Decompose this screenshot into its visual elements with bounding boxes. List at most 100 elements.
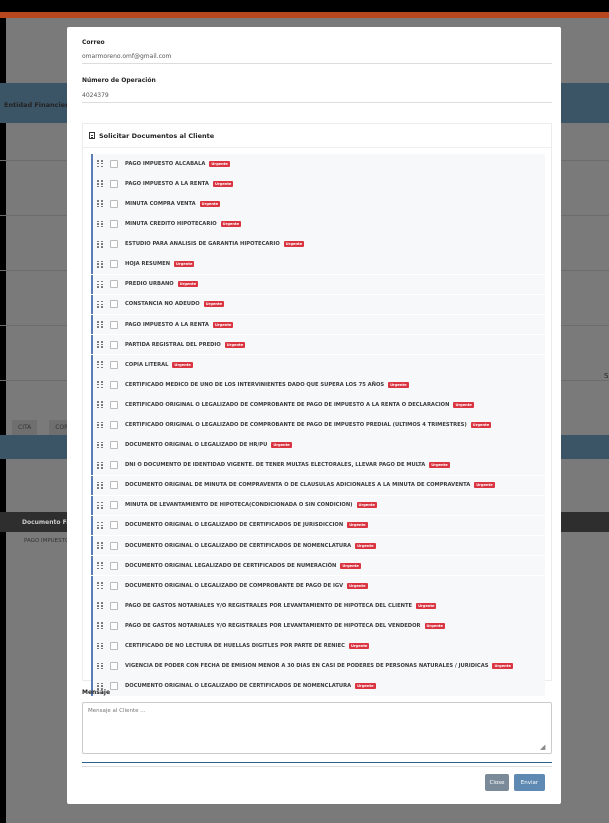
- document-row[interactable]: COPIA LITERAL Urgente: [91, 354, 545, 375]
- document-row[interactable]: DOCUMENTO ORIGINAL LEGALIZADO DE CERTIFI…: [91, 555, 545, 576]
- drag-handle-icon[interactable]: [97, 180, 103, 188]
- document-row[interactable]: PAGO IMPUESTO A LA RENTA Urgente: [91, 174, 545, 194]
- document-checkbox[interactable]: [110, 601, 118, 610]
- document-row[interactable]: DNI O DOCUMENTO DE IDENTIDAD VIGENTE. DE…: [91, 455, 545, 475]
- drag-handle-icon[interactable]: [97, 300, 103, 308]
- document-checkbox[interactable]: [110, 501, 118, 510]
- document-row[interactable]: CERTIFICADO ORIGINAL O LEGALIZADO DE COM…: [91, 395, 545, 415]
- document-checkbox[interactable]: [110, 541, 118, 550]
- document-checkbox[interactable]: [110, 461, 118, 470]
- drag-handle-icon[interactable]: [97, 461, 103, 469]
- urgent-badge: Urgente: [224, 341, 246, 348]
- document-label: CERTIFICADO DE NO LECTURA DE HUELLAS DIG…: [125, 643, 345, 650]
- correo-value[interactable]: omarmoreno.omf@gmail.com: [82, 53, 171, 60]
- drag-handle-icon[interactable]: [97, 160, 103, 168]
- document-checkbox[interactable]: [110, 642, 118, 651]
- drag-handle-icon[interactable]: [97, 341, 103, 348]
- document-row[interactable]: MINUTA COMPRA VENTA Urgente: [91, 194, 545, 214]
- drag-handle-icon[interactable]: [97, 622, 103, 630]
- drag-handle-icon[interactable]: [97, 582, 103, 590]
- drag-handle-icon[interactable]: [97, 220, 103, 228]
- document-checkbox[interactable]: [110, 481, 118, 490]
- close-button[interactable]: Close: [485, 774, 509, 791]
- document-row[interactable]: PAGO DE GASTOS NOTARIALES Y/O REGISTRALE…: [91, 616, 545, 636]
- drag-handle-icon[interactable]: [97, 280, 103, 288]
- urgent-badge: Urgente: [283, 241, 305, 248]
- document-row[interactable]: DOCUMENTO ORIGINAL O LEGALIZADO DE HR/PU…: [91, 435, 545, 455]
- document-checkbox[interactable]: [110, 220, 118, 229]
- document-row[interactable]: PAGO IMPUESTO ALCABALA Urgente: [91, 154, 545, 174]
- document-row[interactable]: PAGO IMPUESTO A LA RENTA Urgente: [91, 314, 545, 335]
- mensaje-textarea[interactable]: [82, 702, 552, 754]
- document-checkbox[interactable]: [110, 421, 118, 430]
- document-row[interactable]: DOCUMENTO ORIGINAL O LEGALIZADO DE COMPR…: [91, 575, 545, 596]
- drag-handle-icon[interactable]: [97, 441, 103, 449]
- document-checkbox[interactable]: [110, 159, 118, 168]
- document-checkbox[interactable]: [110, 340, 118, 349]
- urgent-badge: Urgente: [177, 281, 199, 288]
- document-row[interactable]: MINUTA DE LEVANTAMIENTO DE HIPOTECA(COND…: [91, 495, 545, 516]
- document-row[interactable]: DOCUMENTO ORIGINAL O LEGALIZADO DE CERTI…: [91, 676, 545, 697]
- document-checkbox[interactable]: [110, 380, 118, 389]
- document-checkbox[interactable]: [110, 682, 118, 691]
- document-row[interactable]: CERTIFICADO DE NO LECTURA DE HUELLAS DIG…: [91, 636, 545, 656]
- document-checkbox[interactable]: [110, 621, 118, 630]
- document-row[interactable]: MINUTA CREDITO HIPOTECARIO Urgente: [91, 214, 545, 234]
- document-checkbox[interactable]: [110, 320, 118, 329]
- document-row[interactable]: PAGO DE GASTOS NOTARIALES Y/O REGISTRALE…: [91, 596, 545, 616]
- drag-handle-icon[interactable]: [97, 542, 103, 549]
- document-row[interactable]: CONSTANCIA NO ADEUDO Urgente: [91, 294, 545, 315]
- document-checkbox[interactable]: [110, 581, 118, 590]
- urgent-badge: Urgente: [453, 401, 474, 408]
- document-checkbox[interactable]: [110, 360, 118, 369]
- drag-handle-icon[interactable]: [97, 321, 103, 328]
- document-label: COPIA LITERAL: [125, 361, 169, 368]
- document-row[interactable]: DOCUMENTO ORIGINAL O LEGALIZADO DE CERTI…: [91, 515, 545, 536]
- drag-handle-icon[interactable]: [97, 662, 103, 670]
- document-checkbox[interactable]: [110, 199, 118, 208]
- drag-handle-icon[interactable]: [97, 521, 103, 529]
- drag-handle-icon[interactable]: [97, 260, 103, 268]
- drag-handle-icon[interactable]: [97, 421, 103, 429]
- drag-handle-icon[interactable]: [97, 200, 103, 208]
- correo-underline: [82, 63, 552, 64]
- document-checkbox[interactable]: [110, 280, 118, 289]
- document-row[interactable]: ESTUDIO PARA ANALISIS DE GARANTIA HIPOTE…: [91, 234, 545, 254]
- document-row[interactable]: PREDIO URBANO Urgente: [91, 274, 545, 295]
- resize-handle-icon[interactable]: ◢: [540, 743, 545, 751]
- urgent-badge: Urgente: [174, 261, 195, 268]
- document-checkbox[interactable]: [110, 400, 118, 409]
- footer-divider: [82, 766, 552, 767]
- operacion-value[interactable]: 4024379: [82, 92, 109, 99]
- document-row[interactable]: DOCUMENTO ORIGINAL O LEGALIZADO DE CERTI…: [91, 535, 545, 556]
- document-label: DOCUMENTO ORIGINAL O LEGALIZADO DE COMPR…: [125, 582, 344, 589]
- document-checkbox[interactable]: [110, 662, 118, 671]
- drag-handle-icon[interactable]: [97, 240, 103, 248]
- document-row[interactable]: CERTIFICADO MEDICO DE UNO DE LOS INTERVI…: [91, 375, 545, 395]
- drag-handle-icon[interactable]: [97, 381, 103, 389]
- document-checkbox[interactable]: [110, 300, 118, 309]
- document-checkbox[interactable]: [110, 521, 118, 530]
- document-row[interactable]: DOCUMENTO ORIGINAL DE MINUTA DE COMPRAVE…: [91, 475, 545, 496]
- drag-handle-icon[interactable]: [97, 602, 103, 610]
- document-row[interactable]: HOJA RESUMEN Urgente: [91, 254, 545, 275]
- document-row[interactable]: VIGENCIA DE PODER CON FECHA DE EMISION M…: [91, 656, 545, 676]
- document-checkbox[interactable]: [110, 260, 118, 269]
- drag-handle-icon[interactable]: [97, 401, 103, 409]
- drag-handle-icon[interactable]: [97, 562, 103, 569]
- document-label: DOCUMENTO ORIGINAL O LEGALIZADO DE CERTI…: [125, 522, 344, 529]
- document-checkbox[interactable]: [110, 179, 118, 188]
- document-row[interactable]: CERTIFICADO ORIGINAL O LEGALIZADO DE COM…: [91, 415, 545, 435]
- document-label: ESTUDIO PARA ANALISIS DE GARANTIA HIPOTE…: [125, 241, 280, 248]
- document-checkbox[interactable]: [110, 561, 118, 570]
- document-checkbox[interactable]: [110, 441, 118, 450]
- drag-handle-icon[interactable]: [97, 501, 103, 509]
- drag-handle-icon[interactable]: [97, 642, 103, 650]
- document-checkbox[interactable]: [110, 240, 118, 249]
- send-button[interactable]: Enviar: [514, 774, 545, 791]
- drag-handle-icon[interactable]: [97, 481, 103, 489]
- background-topbar: [0, 12, 609, 18]
- document-row[interactable]: PARTIDA REGISTRAL DEL PREDIO Urgente: [91, 334, 545, 355]
- drag-handle-icon[interactable]: [97, 361, 103, 369]
- document-label: MINUTA COMPRA VENTA: [125, 200, 196, 207]
